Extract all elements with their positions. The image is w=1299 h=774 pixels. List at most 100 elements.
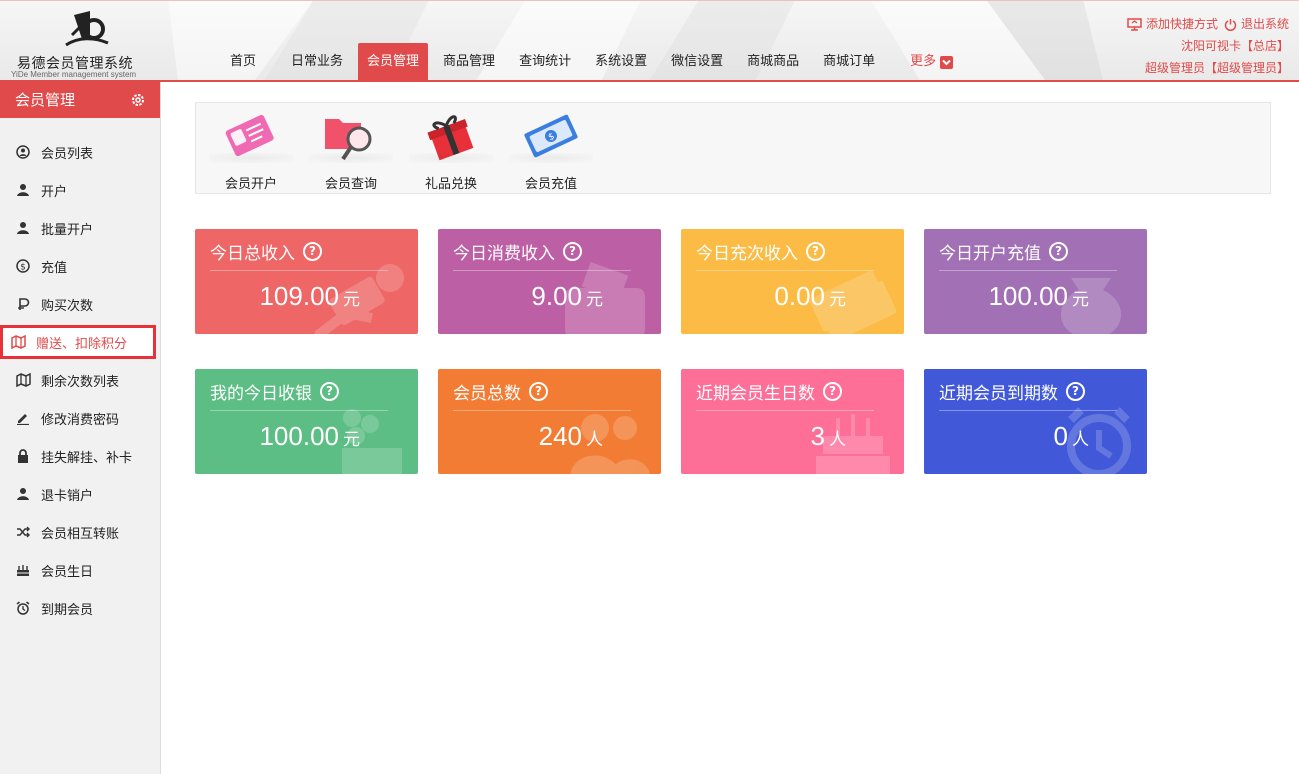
stat-unit: 元	[829, 290, 846, 310]
p-coin-icon	[15, 296, 31, 312]
gear-icon[interactable]	[130, 92, 146, 108]
stat-card-expiring-count[interactable]: 近期会员到期数? 0人	[924, 369, 1147, 474]
logo-mark-icon	[65, 11, 109, 47]
stat-title: 今日消费收入	[453, 244, 555, 264]
map-icon	[15, 372, 31, 388]
add-shortcut-label: 添加快捷方式	[1145, 17, 1218, 31]
money-icon: $	[509, 111, 593, 163]
stat-value: 100.00	[988, 281, 1068, 311]
sidebar-item-open-account[interactable]: 开户	[0, 171, 160, 209]
stat-card-birthday-count[interactable]: 近期会员生日数? 3人	[681, 369, 904, 474]
sidebar-item-expiring[interactable]: 到期会员	[0, 589, 160, 627]
sidebar-item-change-password[interactable]: 修改消费密码	[0, 399, 160, 437]
power-icon	[1224, 18, 1237, 31]
sidebar-item-label: 剩余次数列表	[41, 374, 120, 390]
stat-unit: 人	[829, 430, 846, 450]
member-card-icon	[209, 111, 293, 163]
chevron-down-icon	[940, 55, 954, 69]
sidebar-item-label: 赠送、扣除积分	[36, 336, 128, 352]
stat-card-member-total[interactable]: 会员总数? 240 人	[438, 369, 661, 474]
store-name[interactable]: 沈阳可视卡【总店】	[1181, 35, 1289, 57]
stat-unit: 人	[586, 430, 603, 450]
stat-title: 会员总数	[453, 384, 521, 404]
sidebar-item-label: 开户	[41, 184, 68, 200]
stat-card-my-cashier[interactable]: 我的今日收银? 100.00 元	[195, 369, 418, 474]
nav-more-label: 更多	[910, 54, 937, 69]
add-shortcut-link[interactable]: 添加快捷方式	[1127, 13, 1218, 35]
dollar-circle-icon: $	[15, 258, 31, 274]
sidebar: 会员管理 会员列表 开户 批量开户 $ 充值 购买次数 赠送、扣除积分 剩余次数…	[0, 82, 161, 774]
nav-member-management[interactable]: 会员管理	[358, 43, 429, 80]
sidebar-item-points[interactable]: 赠送、扣除积分	[0, 325, 156, 359]
lock-icon	[15, 448, 31, 464]
shortcut-label: 礼品兑换	[424, 177, 477, 192]
stat-value: 100.00	[259, 421, 339, 451]
nav-mall-orders[interactable]: 商城订单	[814, 43, 884, 80]
stat-value: 0	[1053, 421, 1068, 451]
shortcut-panel: 会员开户 会员查询 礼品兑换 $ 会员充值	[195, 102, 1271, 194]
user-icon	[15, 182, 31, 198]
sidebar-item-label: 到期会员	[41, 602, 94, 618]
shortcut-query-member[interactable]: 会员查询	[301, 111, 401, 192]
nav-mall-products[interactable]: 商城商品	[738, 43, 808, 80]
stat-card-consumption-income[interactable]: 今日消费收入? 9.00 元	[438, 229, 661, 334]
folder-search-icon	[309, 111, 393, 163]
cake-icon	[15, 562, 31, 578]
sidebar-menu: 会员列表 开户 批量开户 $ 充值 购买次数 赠送、扣除积分 剩余次数列表 修改	[0, 133, 160, 627]
logout-link[interactable]: 退出系统	[1224, 13, 1289, 35]
shortcut-label: 会员充值	[524, 177, 577, 192]
sidebar-item-close-account[interactable]: 退卡销户	[0, 475, 160, 513]
sidebar-item-member-list[interactable]: 会员列表	[0, 133, 160, 171]
svg-text:$: $	[20, 263, 26, 273]
sidebar-item-label: 会员生日	[41, 564, 94, 580]
stat-card-times-income[interactable]: 今日充次收入? 0.00 元	[681, 229, 904, 334]
sidebar-item-label: 会员相互转账	[41, 526, 120, 542]
shortcut-label: 会员查询	[324, 177, 377, 192]
shortcut-member-recharge[interactable]: $ 会员充值	[501, 111, 601, 192]
nav-wechat-settings[interactable]: 微信设置	[662, 43, 732, 80]
sidebar-item-label: 批量开户	[41, 222, 94, 238]
sidebar-item-batch-open[interactable]: 批量开户	[0, 209, 160, 247]
stat-unit: 元	[1072, 290, 1089, 310]
sidebar-item-label: 退卡销户	[41, 488, 94, 504]
nav-home[interactable]: 首页	[210, 43, 276, 80]
sidebar-item-transfer[interactable]: 会员相互转账	[0, 513, 160, 551]
top-header: 易德会员管理系统 YiDe Member management system 首…	[0, 0, 1299, 82]
sidebar-header: 会员管理	[0, 82, 160, 118]
shuffle-icon	[15, 524, 31, 540]
nav-more[interactable]: 更多	[890, 43, 957, 80]
stat-title: 今日开户充值	[939, 244, 1041, 264]
stat-unit: 人	[1072, 430, 1089, 450]
main-nav: 首页 日常业务 会员管理 商品管理 查询统计 系统设置 微信设置 商城商品 商城…	[210, 43, 963, 80]
stat-value: 109.00	[259, 281, 339, 311]
stat-value: 3	[810, 421, 825, 451]
sidebar-item-recharge[interactable]: $ 充值	[0, 247, 160, 285]
user-icon	[15, 220, 31, 236]
stat-card-total-income[interactable]: 今日总收入? 109.00 元	[195, 229, 418, 334]
nav-daily-business[interactable]: 日常业务	[282, 43, 352, 80]
shortcut-gift-exchange[interactable]: 礼品兑换	[401, 111, 501, 192]
sidebar-item-label: 购买次数	[41, 298, 94, 314]
brand-subtitle: YiDe Member management system	[11, 70, 137, 79]
sidebar-item-report-loss[interactable]: 挂失解挂、补卡	[0, 437, 160, 475]
nav-system-settings[interactable]: 系统设置	[586, 43, 656, 80]
current-user[interactable]: 超级管理员【超级管理员】	[1145, 57, 1289, 79]
nav-query-stats[interactable]: 查询统计	[510, 43, 580, 80]
sidebar-title: 会员管理	[15, 91, 76, 109]
help-icon[interactable]: ?	[529, 382, 548, 401]
stat-title: 我的今日收银	[210, 384, 312, 404]
stat-card-open-recharge[interactable]: 今日开户充值? 100.00 元	[924, 229, 1147, 334]
user-info-panel: 添加快捷方式 退出系统 沈阳可视卡【总店】 超级管理员【超级管理员】	[1127, 13, 1289, 79]
sidebar-item-remaining-times[interactable]: 剩余次数列表	[0, 361, 160, 399]
shortcut-open-member[interactable]: 会员开户	[201, 111, 301, 192]
user-icon	[15, 486, 31, 502]
stat-title: 今日充次收入	[696, 244, 798, 264]
sidebar-item-buy-times[interactable]: 购买次数	[0, 285, 160, 323]
stat-unit: 元	[343, 430, 360, 450]
brand-logo[interactable]: 易德会员管理系统 YiDe Member management system	[8, 5, 158, 79]
pencil-icon	[15, 410, 31, 426]
sidebar-item-label: 修改消费密码	[41, 412, 120, 428]
shortcut-label: 会员开户	[224, 177, 277, 192]
sidebar-item-birthday[interactable]: 会员生日	[0, 551, 160, 589]
nav-product-management[interactable]: 商品管理	[434, 43, 504, 80]
